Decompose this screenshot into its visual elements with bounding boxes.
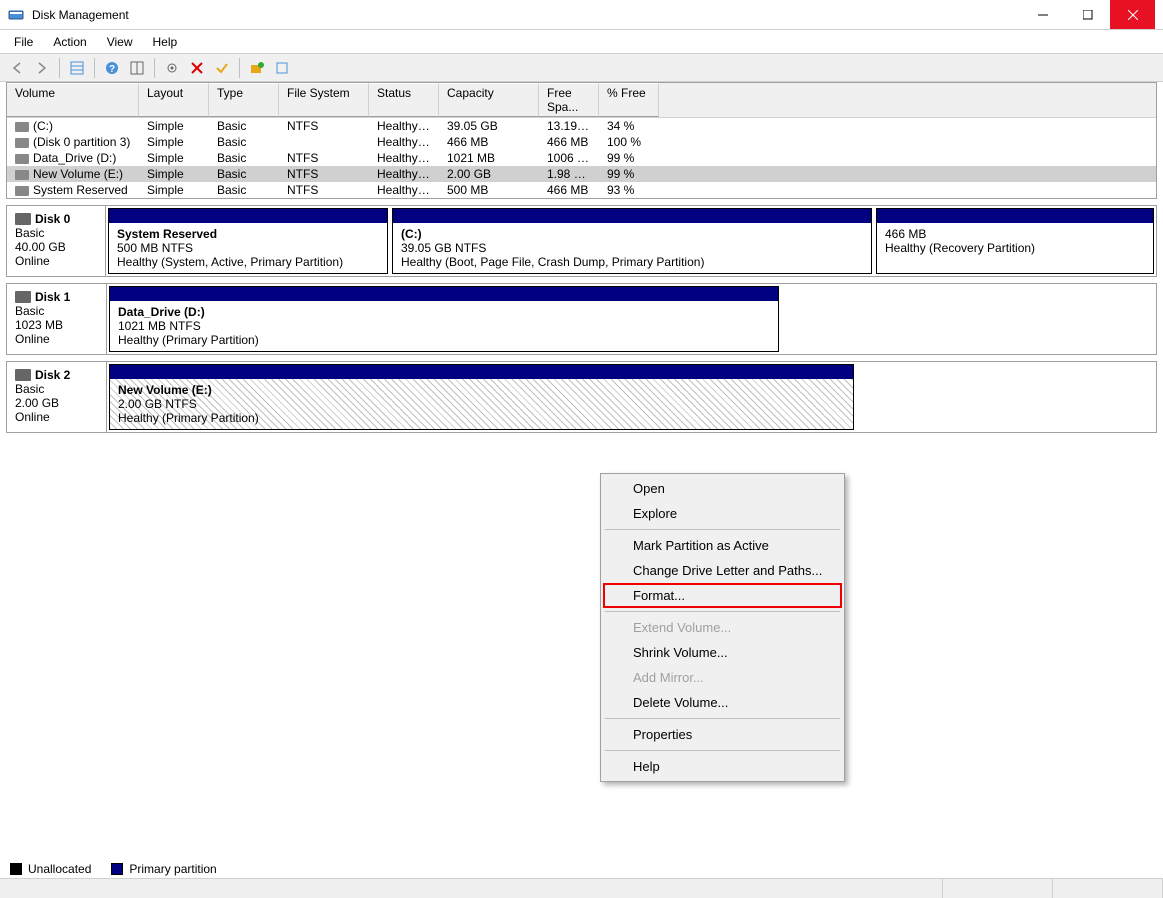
legend-unallocated-swatch <box>10 863 22 875</box>
partition[interactable]: (C:)39.05 GB NTFSHealthy (Boot, Page Fil… <box>392 208 872 274</box>
volume-row[interactable]: System ReservedSimpleBasicNTFSHealthy (S… <box>7 182 1156 198</box>
menu-file[interactable]: File <box>4 33 43 51</box>
statusbar <box>0 878 1163 898</box>
ctx-mark-active[interactable]: Mark Partition as Active <box>603 533 842 558</box>
menu-action[interactable]: Action <box>43 33 96 51</box>
toolbar: ? <box>0 54 1163 82</box>
disk-layout-area: Disk 0Basic40.00 GBOnlineSystem Reserved… <box>6 205 1157 433</box>
legend-unallocated: Unallocated <box>10 862 91 876</box>
svg-text:?: ? <box>109 64 115 75</box>
volume-row[interactable]: Data_Drive (D:)SimpleBasicNTFSHealthy (P… <box>7 150 1156 166</box>
ctx-open[interactable]: Open <box>603 476 842 501</box>
volume-row[interactable]: (Disk 0 partition 3)SimpleBasicHealthy (… <box>7 134 1156 150</box>
ctx-delete[interactable]: Delete Volume... <box>603 690 842 715</box>
disk-label[interactable]: Disk 1Basic1023 MBOnline <box>7 284 107 354</box>
disk-label[interactable]: Disk 0Basic40.00 GBOnline <box>7 206 106 276</box>
partition[interactable]: System Reserved500 MB NTFSHealthy (Syste… <box>108 208 388 274</box>
col-pctfree[interactable]: % Free <box>599 83 659 117</box>
menu-help[interactable]: Help <box>143 33 188 51</box>
forward-button[interactable] <box>31 57 53 79</box>
check-button[interactable] <box>211 57 233 79</box>
col-volume[interactable]: Volume <box>7 83 139 117</box>
detail-view-button[interactable] <box>126 57 148 79</box>
ctx-add-mirror: Add Mirror... <box>603 665 842 690</box>
help-button[interactable]: ? <box>101 57 123 79</box>
view-list-button[interactable] <box>66 57 88 79</box>
legend-primary-label: Primary partition <box>129 862 216 876</box>
partition[interactable]: New Volume (E:)2.00 GB NTFSHealthy (Prim… <box>109 364 854 430</box>
menubar: File Action View Help <box>0 30 1163 54</box>
maximize-button[interactable] <box>1065 0 1110 29</box>
legend-unallocated-label: Unallocated <box>28 862 91 876</box>
close-button[interactable] <box>1110 0 1155 29</box>
col-freespace[interactable]: Free Spa... <box>539 83 599 117</box>
disk-row: Disk 1Basic1023 MBOnlineData_Drive (D:)1… <box>6 283 1157 355</box>
delete-button[interactable] <box>186 57 208 79</box>
volume-list: Volume Layout Type File System Status Ca… <box>6 82 1157 199</box>
disk-label[interactable]: Disk 2Basic2.00 GBOnline <box>7 362 107 432</box>
ctx-properties[interactable]: Properties <box>603 722 842 747</box>
menu-view[interactable]: View <box>97 33 143 51</box>
ctx-change-letter[interactable]: Change Drive Letter and Paths... <box>603 558 842 583</box>
volume-row[interactable]: New Volume (E:)SimpleBasicNTFSHealthy (P… <box>7 166 1156 182</box>
volume-row[interactable]: (C:)SimpleBasicNTFSHealthy (B...39.05 GB… <box>7 118 1156 134</box>
partition[interactable]: 466 MBHealthy (Recovery Partition) <box>876 208 1154 274</box>
properties2-button[interactable] <box>271 57 293 79</box>
legend-primary: Primary partition <box>111 862 216 876</box>
minimize-button[interactable] <box>1020 0 1065 29</box>
titlebar: Disk Management <box>0 0 1163 30</box>
ctx-extend: Extend Volume... <box>603 615 842 640</box>
col-type[interactable]: Type <box>209 83 279 117</box>
ctx-format[interactable]: Format... <box>603 583 842 608</box>
col-layout[interactable]: Layout <box>139 83 209 117</box>
app-icon <box>8 7 24 23</box>
new-partition-button[interactable] <box>246 57 268 79</box>
disk-row: Disk 0Basic40.00 GBOnlineSystem Reserved… <box>6 205 1157 277</box>
legend: Unallocated Primary partition <box>10 862 217 876</box>
legend-primary-swatch <box>111 863 123 875</box>
col-status[interactable]: Status <box>369 83 439 117</box>
settings-button[interactable] <box>161 57 183 79</box>
disk-row: Disk 2Basic2.00 GBOnlineNew Volume (E:)2… <box>6 361 1157 433</box>
context-menu: Open Explore Mark Partition as Active Ch… <box>600 473 845 782</box>
partition[interactable]: Data_Drive (D:)1021 MB NTFSHealthy (Prim… <box>109 286 779 352</box>
back-button[interactable] <box>6 57 28 79</box>
volume-list-header: Volume Layout Type File System Status Ca… <box>7 83 1156 118</box>
col-filesystem[interactable]: File System <box>279 83 369 117</box>
window-controls <box>1020 0 1155 29</box>
col-capacity[interactable]: Capacity <box>439 83 539 117</box>
ctx-help[interactable]: Help <box>603 754 842 779</box>
ctx-shrink[interactable]: Shrink Volume... <box>603 640 842 665</box>
ctx-explore[interactable]: Explore <box>603 501 842 526</box>
window-title: Disk Management <box>32 8 1020 22</box>
